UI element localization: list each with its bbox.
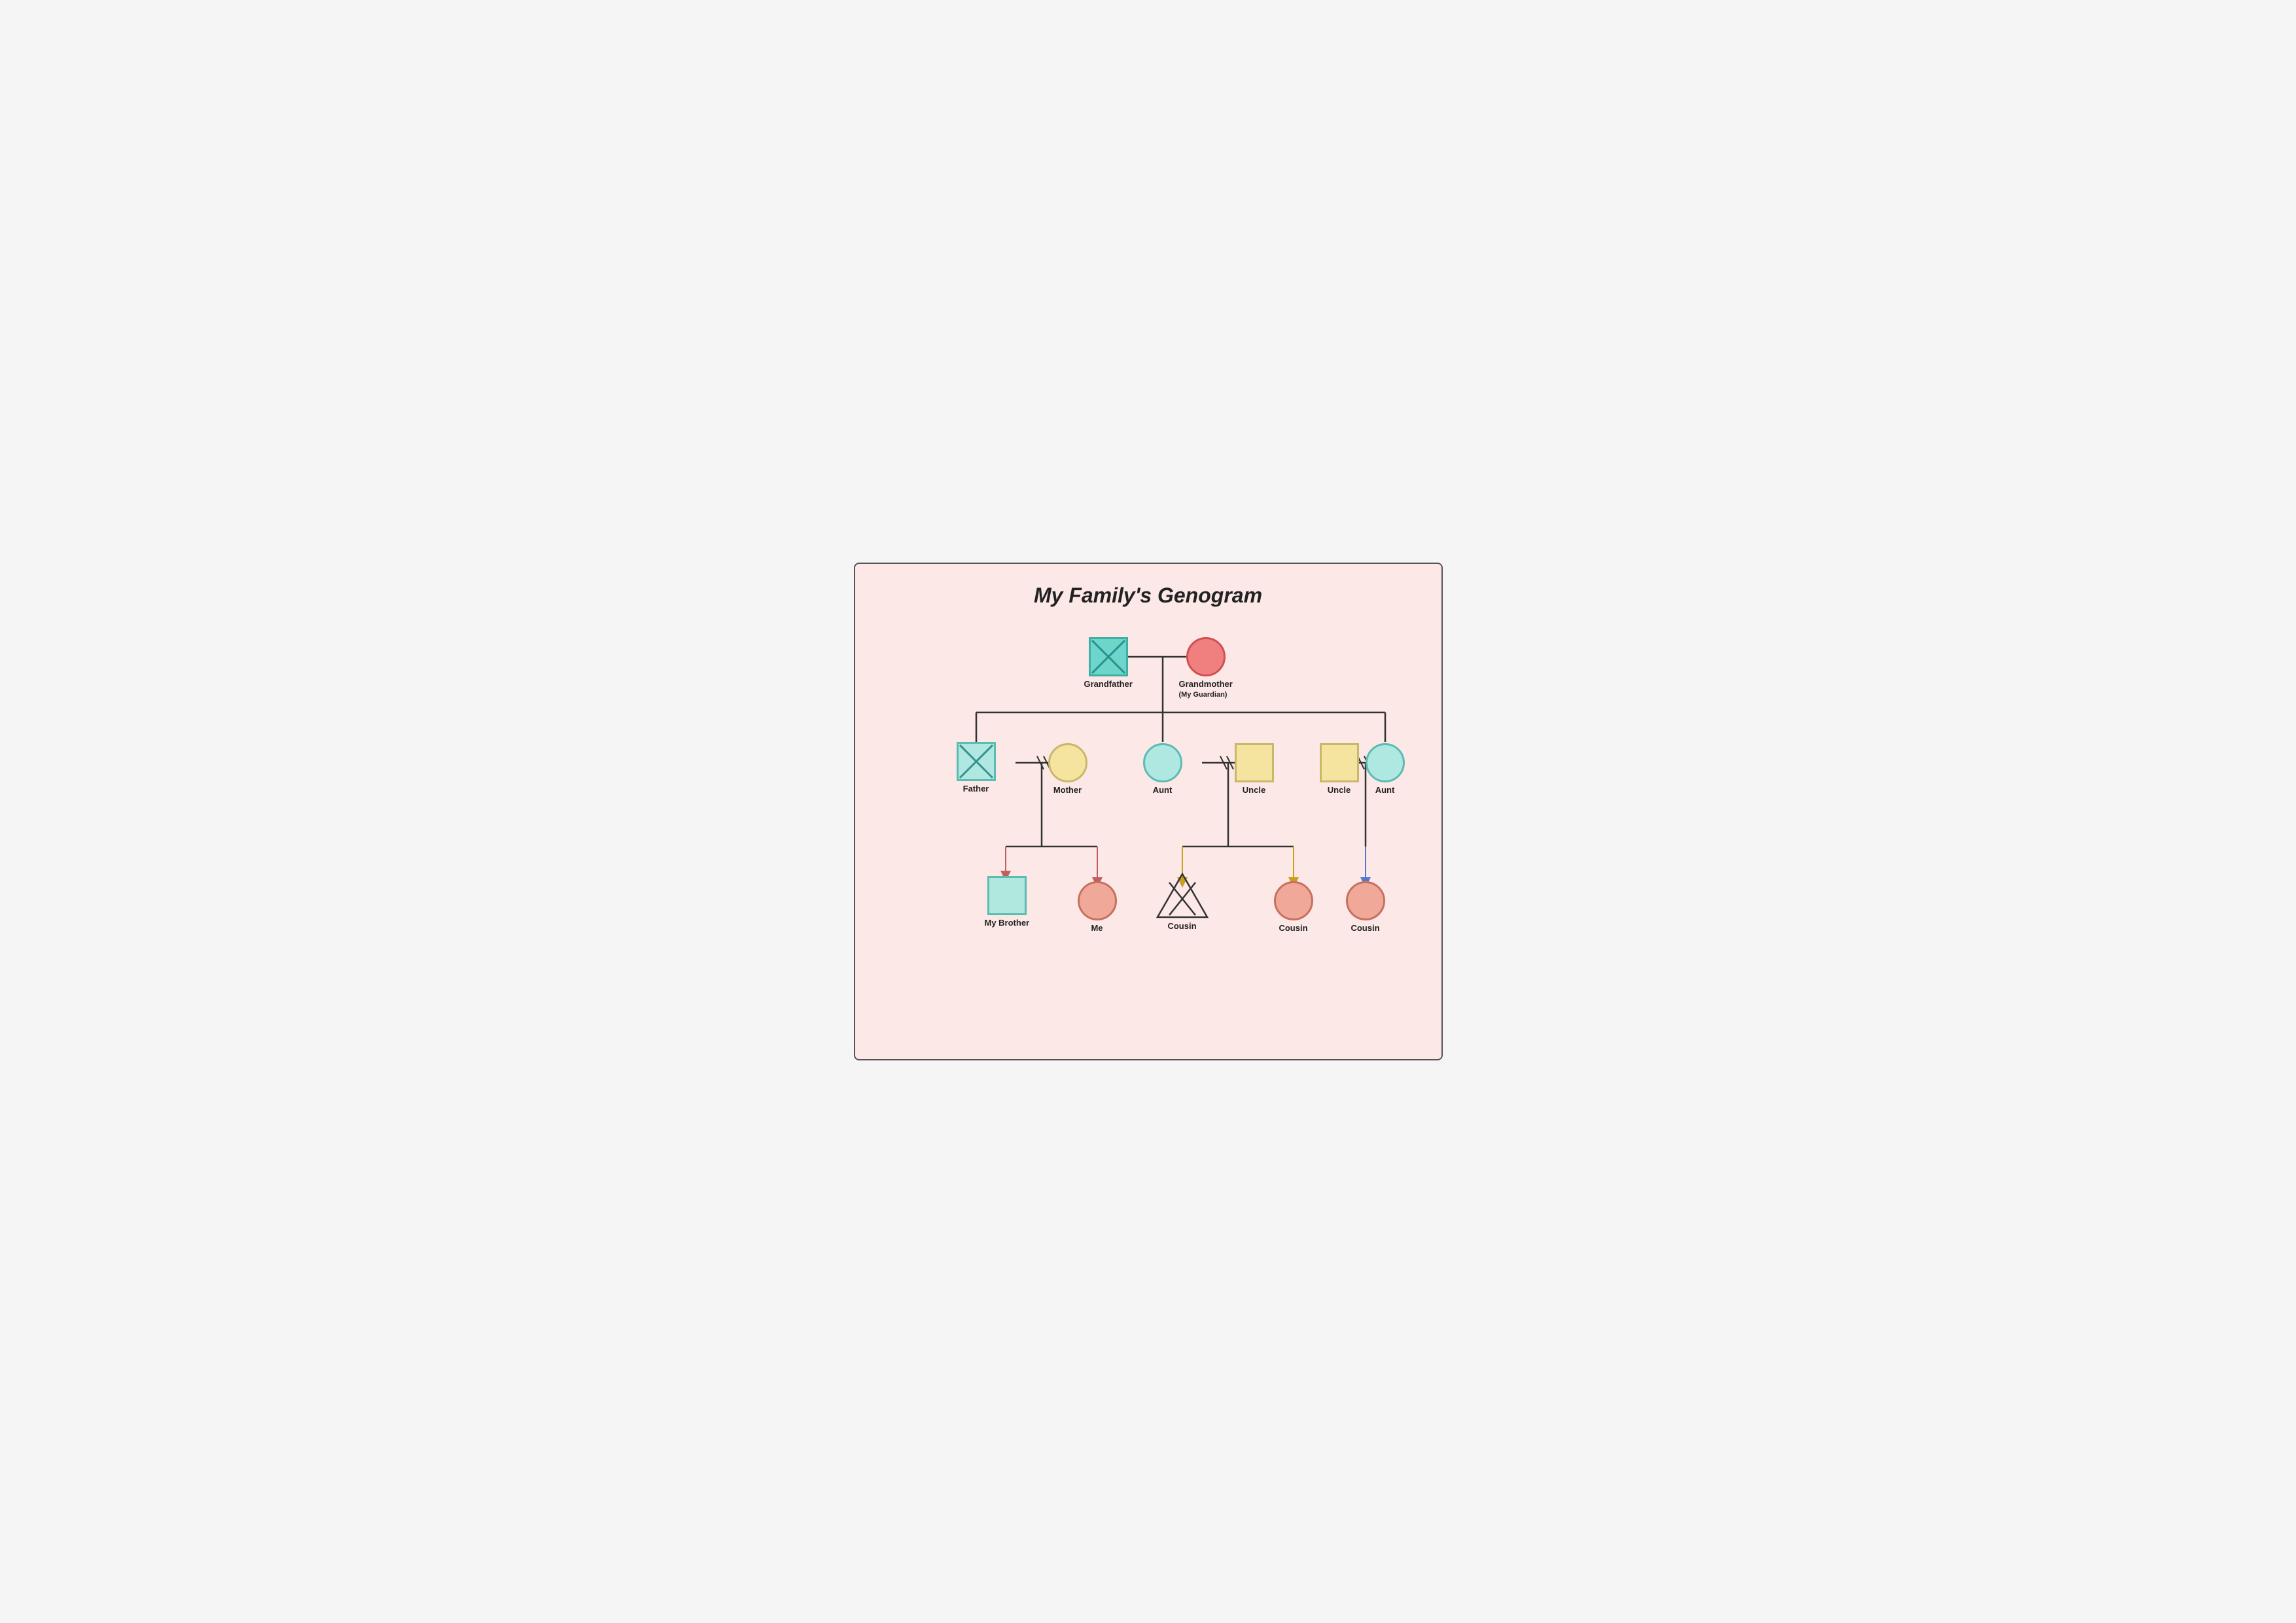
uncle2-shape	[1320, 743, 1359, 782]
node-grandmother: Grandmother(My Guardian)	[1179, 637, 1233, 699]
grandmother-label: Grandmother(My Guardian)	[1179, 679, 1233, 699]
me-label: Me	[1091, 923, 1103, 933]
uncle1-label: Uncle	[1243, 785, 1265, 795]
me-shape	[1078, 881, 1117, 920]
page-title: My Family's Genogram	[868, 584, 1428, 608]
my-brother-shape	[987, 876, 1027, 915]
node-me: Me	[1078, 881, 1117, 933]
node-father: Father	[957, 742, 996, 794]
aunt2-shape	[1366, 743, 1405, 782]
aunt2-label: Aunt	[1375, 785, 1395, 795]
node-cousin2: Cousin	[1274, 881, 1313, 933]
node-aunt1: Aunt	[1143, 743, 1182, 795]
father-shape	[957, 742, 996, 781]
node-uncle2: Uncle	[1320, 743, 1359, 795]
node-cousin3: Cousin	[1346, 881, 1385, 933]
cousin1-label: Cousin	[1167, 921, 1196, 931]
node-cousin1: Cousin	[1156, 873, 1209, 931]
node-my-brother: My Brother	[985, 876, 1030, 928]
grandmother-shape	[1186, 637, 1226, 676]
node-uncle1: Uncle	[1235, 743, 1274, 795]
grandfather-shape	[1089, 637, 1128, 676]
genogram-container: My Family's Genogram	[854, 563, 1443, 1060]
grandfather-label: Grandfather	[1084, 679, 1133, 689]
my-brother-label: My Brother	[985, 918, 1030, 928]
mother-label: Mother	[1053, 785, 1082, 795]
aunt1-shape	[1143, 743, 1182, 782]
cousin2-label: Cousin	[1279, 923, 1307, 933]
node-grandfather: Grandfather	[1084, 637, 1133, 689]
diagram: Grandfather Grandmother(My Guardian) Fat…	[868, 627, 1428, 1033]
uncle2-label: Uncle	[1328, 785, 1351, 795]
cousin3-label: Cousin	[1351, 923, 1379, 933]
cousin1-shape	[1156, 873, 1209, 918]
aunt1-label: Aunt	[1153, 785, 1173, 795]
node-mother: Mother	[1048, 743, 1087, 795]
father-label: Father	[963, 784, 989, 794]
cousin2-shape	[1274, 881, 1313, 920]
uncle1-shape	[1235, 743, 1274, 782]
mother-shape	[1048, 743, 1087, 782]
node-aunt2: Aunt	[1366, 743, 1405, 795]
cousin3-shape	[1346, 881, 1385, 920]
